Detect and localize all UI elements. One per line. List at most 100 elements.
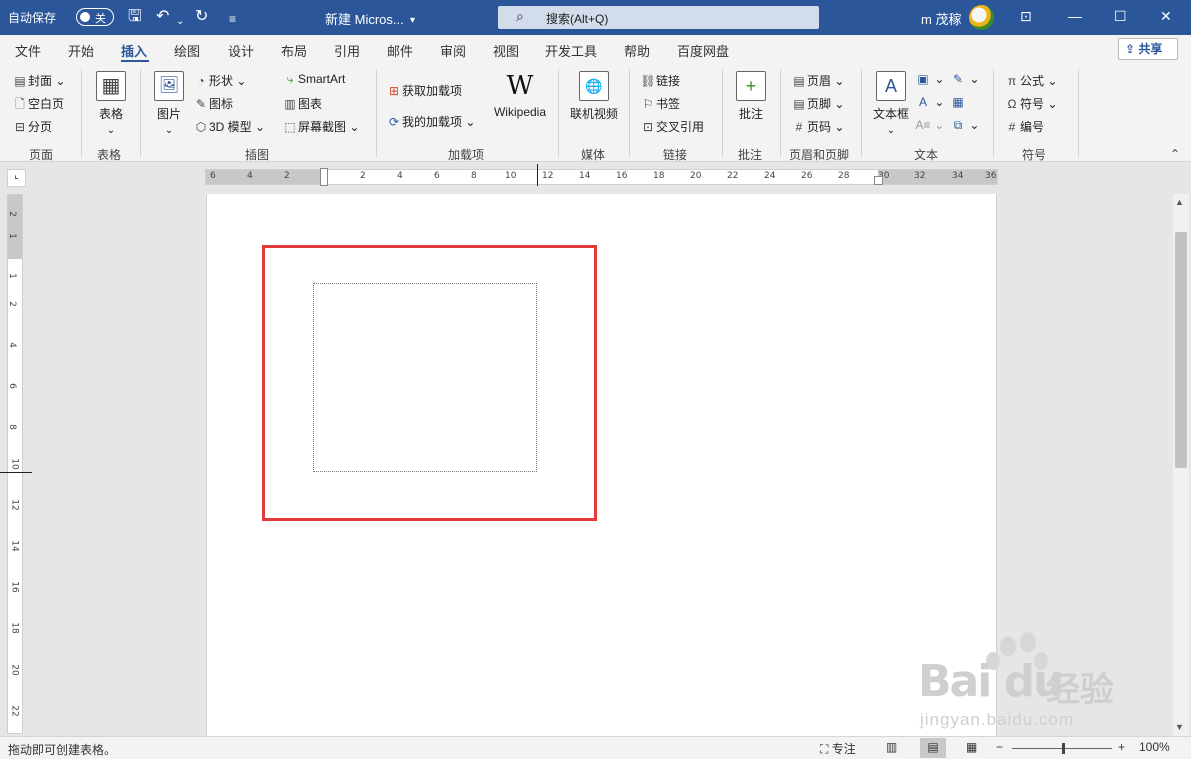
zoom-in-button[interactable]: + — [1118, 740, 1125, 754]
ribbon-separator — [861, 69, 862, 157]
tab-layout[interactable]: 布局 — [281, 41, 307, 60]
tab-selector[interactable]: ⌞ — [7, 169, 26, 187]
tab-home[interactable]: 开始 — [68, 41, 94, 60]
group-label-media: 媒体 — [581, 148, 606, 162]
focus-icon: ⛶ — [820, 742, 832, 756]
ribbon-display-icon[interactable]: ⊡ — [1020, 8, 1032, 25]
wikipedia-button[interactable]: W Wikipedia — [490, 71, 550, 119]
zoom-slider[interactable] — [1012, 743, 1112, 754]
redo-icon[interactable]: ↻ — [195, 7, 208, 27]
store-icon: ⊞ — [388, 84, 400, 98]
symbol-button[interactable]: Ω 符号 ⌄ — [1004, 95, 1058, 112]
3d-models-button[interactable]: ⬡ 3D 模型 ⌄ — [193, 118, 265, 135]
ruler-number: 2 — [284, 171, 290, 181]
autosave-toggle[interactable]: 关 — [76, 8, 114, 26]
collapse-ribbon-icon[interactable]: ⌃ — [1170, 147, 1180, 161]
tab-insert[interactable]: 插入 — [121, 41, 147, 60]
user-name[interactable]: m 茂稼 — [921, 9, 961, 28]
text-box-button[interactable]: A 文本框 ⌄ — [871, 71, 911, 136]
indent-marker[interactable] — [320, 168, 328, 186]
ribbon-separator — [780, 69, 781, 157]
screenshot-button[interactable]: ⬚ 屏幕截图 ⌄ — [282, 118, 359, 135]
ribbon-separator — [376, 69, 377, 157]
my-addins-button[interactable]: ⟳ 我的加载项 ⌄ — [386, 113, 475, 130]
web-layout-icon[interactable]: ▦ — [966, 740, 977, 754]
search-box[interactable]: ⌕ 搜索(Alt+Q) — [498, 6, 819, 29]
zoom-level[interactable]: 100% — [1139, 740, 1170, 754]
cover-page-button[interactable]: ▤ 封面 ⌄ — [12, 72, 65, 89]
share-button[interactable]: ⇪ 共享 — [1118, 38, 1178, 60]
title-dropdown-icon[interactable]: ▾ — [410, 11, 415, 31]
link-button[interactable]: ⛓链接 — [640, 72, 680, 89]
undo-icon[interactable]: ↶ — [156, 7, 169, 27]
close-icon[interactable]: ✕ — [1160, 8, 1172, 25]
ruler-number: 14 — [579, 171, 591, 181]
zoom-slider-thumb[interactable] — [1062, 743, 1065, 754]
read-mode-icon[interactable]: ▥ — [886, 740, 897, 754]
right-indent-marker[interactable] — [874, 176, 883, 185]
icons-button[interactable]: ✎ 图标 — [193, 95, 233, 112]
tab-review[interactable]: 审阅 — [440, 41, 466, 60]
customize-toolbar-icon[interactable]: ≡ — [229, 9, 236, 29]
print-layout-icon[interactable]: ▤ — [920, 738, 946, 758]
page-number-button[interactable]: # 页码 ⌄ — [791, 118, 845, 135]
zoom-out-button[interactable]: − — [996, 740, 1003, 754]
smartart-button[interactable]: ⤷ SmartArt — [282, 72, 346, 87]
pictures-button[interactable]: 🖼 图片 ⌄ — [153, 71, 185, 136]
equation-button[interactable]: π 公式 ⌄ — [1004, 72, 1058, 89]
tab-references[interactable]: 引用 — [334, 41, 360, 60]
page-break-icon: ⊟ — [14, 120, 26, 134]
avatar[interactable] — [969, 5, 994, 30]
undo-dropdown-icon[interactable]: ⌄ — [176, 12, 184, 32]
chart-button[interactable]: ▥ 图表 — [282, 95, 322, 112]
online-video-button[interactable]: 🌐 联机视频 — [568, 71, 620, 122]
drawn-table-outline[interactable] — [313, 283, 537, 472]
new-comment-button[interactable]: + 批注 — [733, 71, 769, 122]
minimize-icon[interactable]: — — [1068, 8, 1082, 24]
cross-reference-button[interactable]: ⊡ 交叉引用 — [640, 118, 704, 135]
page-break-button[interactable]: ⊟ 分页 — [12, 118, 52, 135]
save-icon[interactable]: 🖫 — [128, 7, 142, 27]
tab-help[interactable]: 帮助 — [624, 41, 650, 60]
shapes-button[interactable]: ◔ 形状 ⌄ — [193, 72, 246, 89]
tab-design[interactable]: 设计 — [228, 41, 254, 60]
drop-cap-button[interactable]: A≡ ⌄ — [915, 118, 944, 132]
header-button[interactable]: ▤ 页眉 ⌄ — [791, 72, 844, 89]
object-button[interactable]: ⧉ ⌄ — [950, 118, 980, 133]
quick-parts-icon: ▣ — [917, 72, 929, 86]
quick-parts-button[interactable]: ▣ ⌄ — [915, 72, 944, 86]
tab-baidu-netdisk[interactable]: 百度网盘 — [677, 41, 729, 60]
scroll-up-icon[interactable]: ▲ — [1175, 197, 1184, 207]
table-button[interactable]: ▦ 表格 ⌄ — [94, 71, 128, 136]
group-label-header-footer: 页眉和页脚 — [789, 148, 850, 162]
tab-draw[interactable]: 绘图 — [174, 41, 200, 60]
wordart-button[interactable]: A ⌄ — [915, 95, 944, 109]
blank-page-button[interactable]: 🗋 空白页 — [12, 95, 64, 116]
vertical-ruler[interactable]: 2 1 1 2 4 6 8 10 12 14 16 18 20 22 — [0, 194, 32, 734]
wordart-icon: A — [918, 95, 927, 109]
tab-view[interactable]: 视图 — [493, 41, 519, 60]
bookmark-button[interactable]: ⚐ 书签 — [640, 95, 680, 112]
signature-line-button[interactable]: ✎ ⌄ — [950, 72, 979, 86]
scroll-down-icon[interactable]: ▼ — [1175, 722, 1184, 732]
ruler-number: 32 — [914, 171, 926, 181]
tab-developer[interactable]: 开发工具 — [545, 41, 597, 60]
maximize-icon[interactable]: ☐ — [1114, 8, 1127, 25]
numbering-button[interactable]: # 编号 — [1004, 118, 1044, 135]
group-label-text: 文本 — [914, 148, 939, 162]
vertical-scrollbar[interactable]: ▲ ▼ — [1173, 194, 1189, 736]
date-time-button[interactable]: ▦ — [950, 95, 966, 109]
ruler-number: 20 — [690, 171, 702, 181]
scroll-thumb[interactable] — [1175, 232, 1187, 468]
cover-page-icon: ▤ — [14, 74, 26, 88]
ruler-number: 4 — [6, 342, 17, 348]
tab-file[interactable]: 文件 — [15, 41, 41, 60]
get-addins-button[interactable]: ⊞ 获取加载项 — [386, 82, 462, 99]
focus-mode-button[interactable]: ⛶ 专注 — [820, 740, 856, 757]
footer-button[interactable]: ▤ 页脚 ⌄ — [791, 95, 844, 112]
horizontal-ruler[interactable]: 6 4 2 2 4 6 8 10 12 14 16 18 20 22 24 26… — [205, 164, 998, 186]
ruler-number: 14 — [9, 540, 20, 552]
tab-mailings[interactable]: 邮件 — [387, 41, 413, 60]
ruler-number: 12 — [9, 499, 20, 511]
group-label-addins: 加载项 — [448, 148, 485, 162]
